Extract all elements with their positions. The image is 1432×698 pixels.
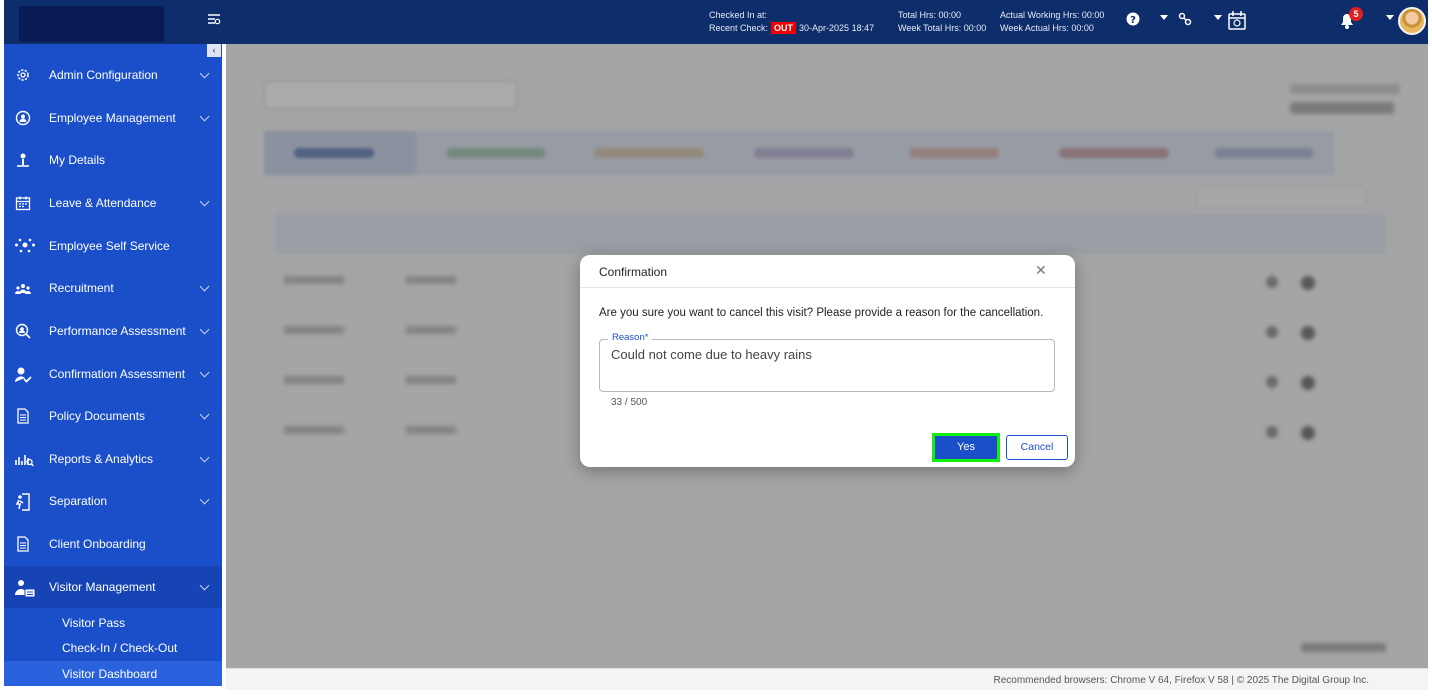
status-badge: OUT bbox=[771, 22, 797, 34]
calendar-icon[interactable] bbox=[1228, 10, 1246, 35]
chevron-down-icon bbox=[199, 452, 210, 463]
sidebar-item-policy-documents[interactable]: Policy Documents bbox=[4, 395, 222, 437]
checkin-info: Checked In at: Recent Check: OUT 30-Apr-20… bbox=[709, 9, 874, 35]
avatar[interactable] bbox=[1398, 7, 1426, 35]
profile-caret-icon[interactable] bbox=[1386, 15, 1394, 20]
actual-hours-summary: Actual Working Hrs: 00:00 Week Actual Hr… bbox=[1000, 9, 1104, 35]
network-icon bbox=[14, 238, 35, 256]
notification-count-badge: 5 bbox=[1349, 7, 1363, 21]
cancel-button[interactable]: Cancel bbox=[1006, 435, 1068, 460]
recent-check-time: 30-Apr-2025 18:47 bbox=[799, 23, 875, 33]
chevron-down-icon bbox=[199, 580, 210, 591]
calendar-icon bbox=[14, 195, 32, 213]
chevron-down-icon bbox=[199, 281, 210, 292]
sidebar-item-label: Client Onboarding bbox=[49, 537, 146, 551]
sidebar-item-label: Confirmation Assessment bbox=[49, 367, 186, 381]
sidebar-item-leave-attendance[interactable]: Leave & Attendance bbox=[4, 182, 222, 224]
reason-label: Reason* bbox=[608, 332, 653, 343]
group-icon bbox=[14, 280, 32, 298]
visitor-icon bbox=[14, 579, 36, 598]
sidebar-subitem-label: Visitor Dashboard bbox=[62, 667, 158, 681]
sidebar-item-admin-configuration[interactable]: Admin Configuration bbox=[4, 54, 222, 96]
sidebar-subitem-visitor-dashboard[interactable]: Visitor Dashboard bbox=[4, 661, 222, 686]
sidebar-subitem-label: Check-In / Check-Out bbox=[62, 641, 178, 655]
sidebar-item-separation[interactable]: Separation bbox=[4, 480, 222, 522]
character-counter: 33 / 500 bbox=[611, 397, 648, 408]
dialog-header: Confirmation ✕ bbox=[580, 255, 1075, 288]
sidebar-item-label: Leave & Attendance bbox=[49, 196, 157, 210]
sidebar-item-label: My Details bbox=[49, 153, 106, 167]
yes-button[interactable]: Yes bbox=[932, 433, 1000, 462]
link-caret-icon[interactable] bbox=[1214, 15, 1222, 20]
footer-text: Recommended browsers: Chrome V 64, Firef… bbox=[993, 675, 1369, 686]
sidebar-item-label: Performance Assessment bbox=[49, 324, 186, 338]
checked-in-label: Checked In at: bbox=[709, 10, 768, 20]
top-bar: Checked In at: Recent Check: OUT 30-Apr-20… bbox=[4, 0, 1428, 44]
sidebar-item-performance-assessment[interactable]: Performance Assessment bbox=[4, 310, 222, 352]
sidebar-item-employee-self-service[interactable]: Employee Self Service bbox=[4, 225, 222, 267]
week-total-hrs: Week Total Hrs: 00:00 bbox=[898, 23, 987, 33]
sidebar-item-reports-analytics[interactable]: Reports & Analytics bbox=[4, 438, 222, 480]
chevron-down-icon bbox=[199, 68, 210, 79]
help-icon[interactable]: ? bbox=[1126, 12, 1140, 31]
confirmation-dialog: Confirmation ✕ Are you sure you want to … bbox=[580, 255, 1075, 467]
dialog-title: Confirmation bbox=[599, 265, 668, 279]
sidebar-collapse-button[interactable]: ‹ bbox=[207, 44, 221, 57]
help-caret-icon[interactable] bbox=[1160, 15, 1168, 20]
chart-icon bbox=[14, 451, 34, 469]
chevron-down-icon bbox=[199, 324, 210, 335]
footer: Recommended browsers: Chrome V 64, Firef… bbox=[226, 668, 1428, 690]
employee-icon bbox=[14, 110, 32, 128]
sidebar: Admin Configuration Employee Management … bbox=[4, 44, 222, 686]
sidebar-item-label: Reports & Analytics bbox=[49, 452, 154, 466]
document-icon bbox=[14, 536, 32, 554]
chevron-down-icon bbox=[199, 367, 210, 378]
sidebar-item-label: Policy Documents bbox=[49, 409, 146, 423]
menu-toggle-icon[interactable] bbox=[207, 13, 223, 29]
sidebar-item-client-onboarding[interactable]: Client Onboarding bbox=[4, 523, 222, 565]
hours-summary: Total Hrs: 00:00 Week Total Hrs: 00:00 bbox=[898, 9, 986, 35]
actual-working-hrs: Actual Working Hrs: 00:00 bbox=[1000, 10, 1105, 20]
sidebar-item-label: Admin Configuration bbox=[49, 68, 158, 82]
sidebar-item-label: Visitor Management bbox=[49, 580, 156, 594]
sidebar-item-confirmation-assessment[interactable]: Confirmation Assessment bbox=[4, 353, 222, 395]
document-icon bbox=[14, 408, 32, 426]
user-check-icon bbox=[14, 366, 32, 384]
total-hrs: Total Hrs: 00:00 bbox=[898, 10, 962, 20]
link-icon[interactable] bbox=[1178, 12, 1192, 31]
week-actual-hrs: Week Actual Hrs: 00:00 bbox=[1000, 23, 1094, 33]
sidebar-subitem-visitor-pass[interactable]: Visitor Pass bbox=[4, 610, 222, 635]
recent-check-label: Recent Check: bbox=[709, 23, 769, 33]
sidebar-item-visitor-management[interactable]: Visitor Management bbox=[4, 566, 222, 608]
sidebar-item-label: Employee Management bbox=[49, 111, 176, 125]
chevron-down-icon bbox=[199, 494, 210, 505]
performance-icon bbox=[14, 323, 32, 341]
reason-value[interactable]: Could not come due to heavy rains bbox=[611, 347, 812, 362]
sidebar-item-label: Recruitment bbox=[49, 281, 114, 295]
sidebar-subitem-label: Visitor Pass bbox=[62, 616, 126, 630]
chevron-down-icon bbox=[199, 111, 210, 122]
sidebar-item-recruitment[interactable]: Recruitment bbox=[4, 267, 222, 309]
sidebar-item-employee-management[interactable]: Employee Management bbox=[4, 97, 222, 139]
sidebar-item-my-details[interactable]: My Details bbox=[4, 139, 222, 181]
dialog-message: Are you sure you want to cancel this vis… bbox=[599, 307, 1044, 319]
sidebar-subitem-check-in-check-out[interactable]: Check-In / Check-Out bbox=[4, 635, 222, 660]
gear-icon bbox=[14, 67, 32, 85]
sidebar-item-label: Separation bbox=[49, 494, 108, 508]
user-icon bbox=[14, 152, 32, 170]
chevron-down-icon bbox=[199, 196, 210, 207]
company-logo bbox=[19, 6, 164, 42]
close-icon[interactable]: ✕ bbox=[1035, 262, 1047, 279]
chevron-down-icon bbox=[199, 409, 210, 420]
exit-icon bbox=[14, 493, 32, 511]
svg-text:?: ? bbox=[1130, 15, 1136, 26]
sidebar-item-label: Employee Self Service bbox=[49, 239, 170, 253]
